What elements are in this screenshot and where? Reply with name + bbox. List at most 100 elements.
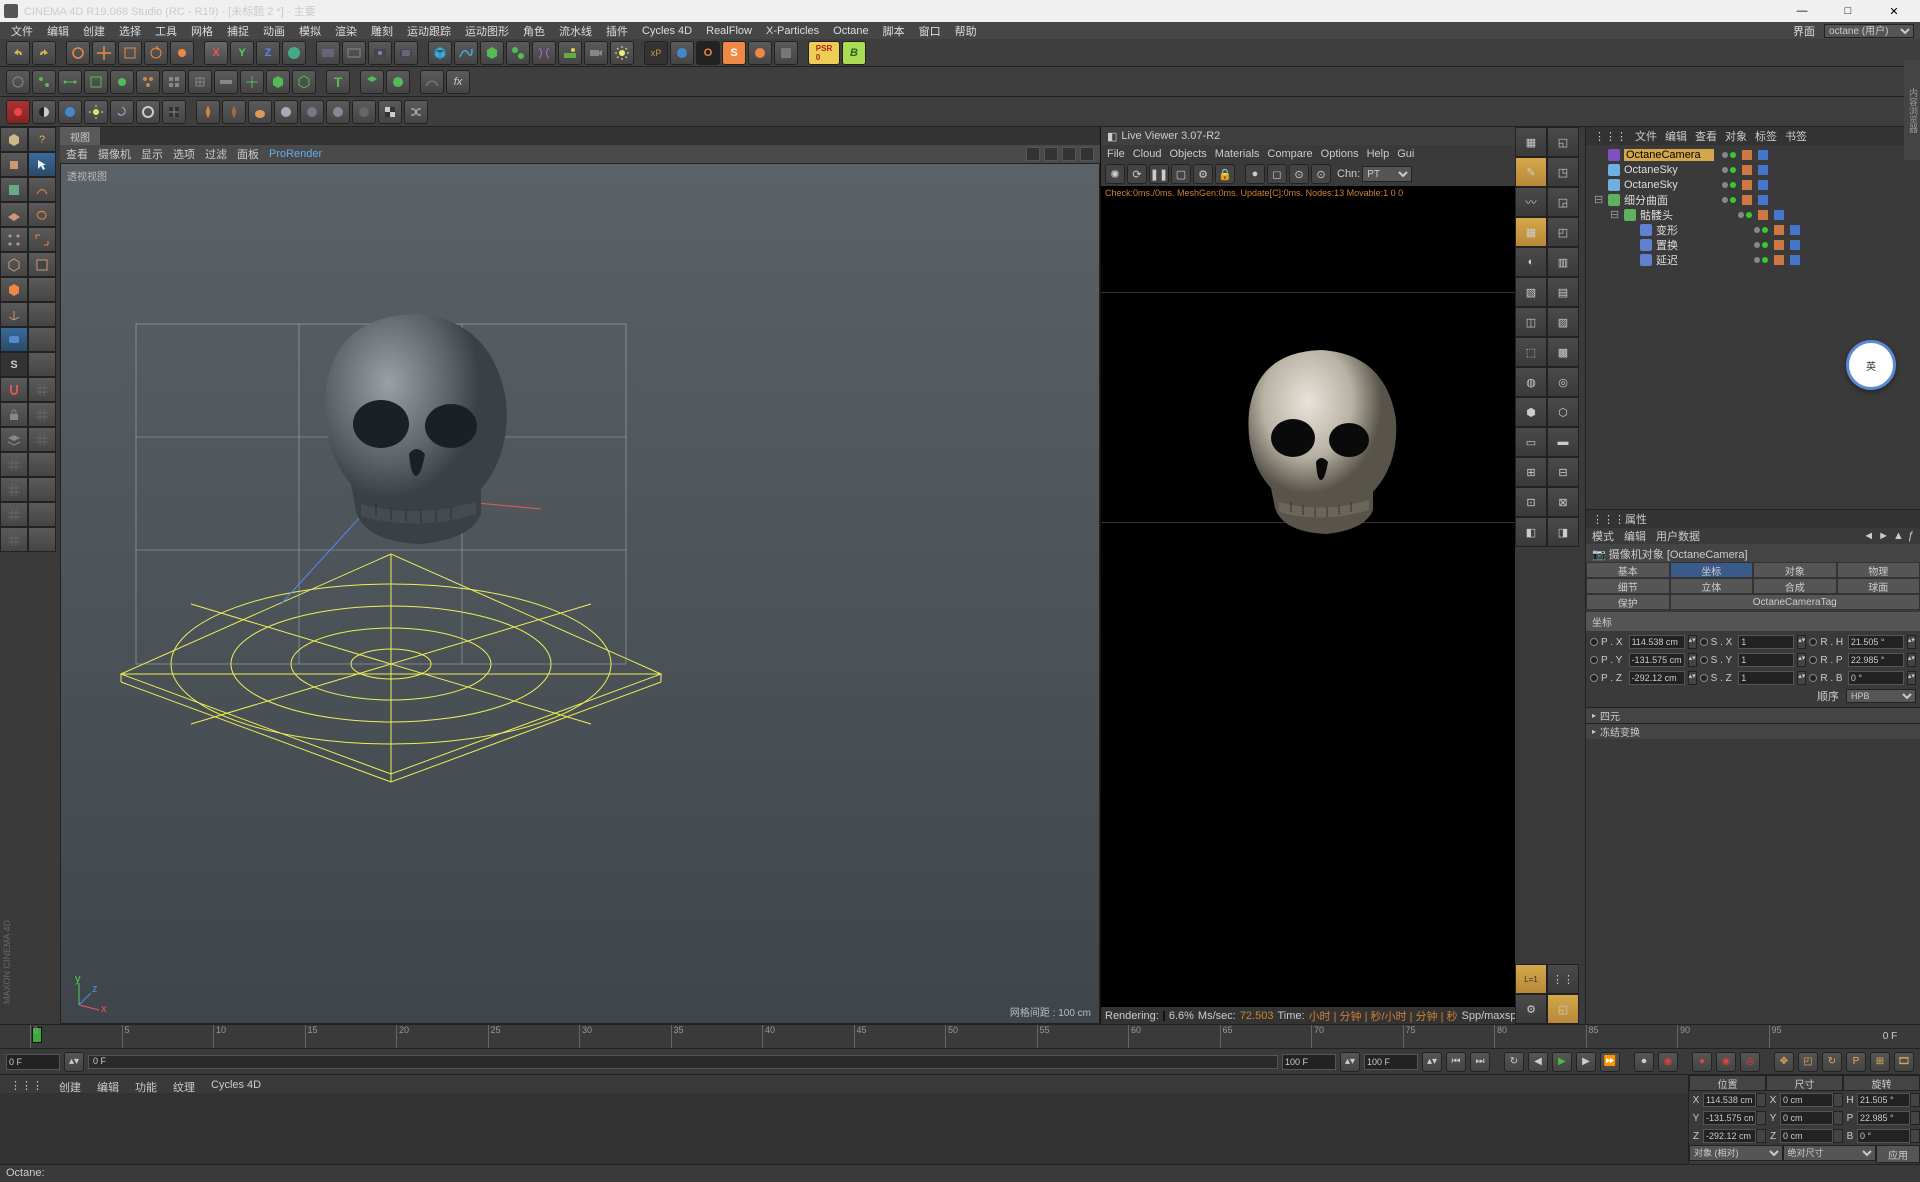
fe2-spin[interactable]: ▴▾ [1422, 1052, 1442, 1072]
cm-mode2[interactable]: 绝对尺寸 [1783, 1145, 1877, 1161]
sphere4-button[interactable] [326, 100, 350, 124]
lv-lock-icon[interactable]: 🔒 [1215, 164, 1235, 184]
sp-21[interactable]: ▭ [1515, 427, 1547, 457]
sp-4[interactable]: ◳ [1547, 157, 1579, 187]
vp-display[interactable]: 显示 [141, 146, 163, 162]
mode-model[interactable] [0, 127, 28, 152]
tool2-2[interactable] [32, 70, 56, 94]
keyall-button[interactable]: ◎ [1740, 1052, 1760, 1072]
sp-22[interactable]: ▬ [1547, 427, 1579, 457]
attr-nav-back[interactable]: ◄ [1863, 530, 1874, 542]
tool2-10[interactable] [240, 70, 264, 94]
tab-octanetag[interactable]: OctaneCameraTag [1670, 594, 1920, 610]
sp-12[interactable]: ▤ [1547, 277, 1579, 307]
sp-20[interactable]: ⬡ [1547, 397, 1579, 427]
light-button[interactable] [610, 41, 634, 65]
text-tool-button[interactable]: T [326, 70, 350, 94]
sphere3-button[interactable] [300, 100, 324, 124]
mode-uv2[interactable] [28, 277, 56, 302]
fs-spin[interactable]: ▴▾ [64, 1052, 84, 1072]
attr-userdata[interactable]: 用户数据 [1656, 528, 1700, 544]
half-button[interactable] [32, 100, 56, 124]
cm-y[interactable] [1703, 1111, 1756, 1125]
menu-select[interactable]: 选择 [114, 23, 146, 39]
rotate-button[interactable] [144, 41, 168, 65]
pyro1-button[interactable] [196, 100, 220, 124]
menu-xparticles[interactable]: X-Particles [761, 25, 824, 37]
fx-button[interactable]: fx [446, 70, 470, 94]
cm-rb[interactable] [1857, 1129, 1910, 1143]
prev-frame-button[interactable]: ◀ [1528, 1052, 1548, 1072]
kf-pla[interactable]: ⊞ [1870, 1052, 1890, 1072]
py-input[interactable] [1629, 653, 1685, 667]
lv-compare[interactable]: Compare [1267, 148, 1312, 160]
menu-simulate[interactable]: 模拟 [294, 23, 326, 39]
swirl-button[interactable] [110, 100, 134, 124]
tool2-11[interactable] [266, 70, 290, 94]
tool2-4[interactable] [84, 70, 108, 94]
last-tool-button[interactable] [170, 41, 194, 65]
grid1-button[interactable] [162, 100, 186, 124]
cm-sz[interactable] [1780, 1129, 1833, 1143]
next-frame-button[interactable]: ▶ [1576, 1052, 1596, 1072]
tab-coord[interactable]: 坐标 [1670, 562, 1754, 578]
sp-11[interactable]: ▧ [1515, 277, 1547, 307]
sz-input[interactable] [1738, 671, 1794, 685]
tool2-6[interactable] [136, 70, 160, 94]
tab-spherical[interactable]: 球面 [1837, 578, 1920, 594]
octane-tex-button[interactable] [774, 41, 798, 65]
key-button[interactable]: ◉ [1658, 1052, 1678, 1072]
rb-input[interactable] [1848, 671, 1904, 685]
mode-uv[interactable] [0, 277, 28, 302]
menu-animate[interactable]: 动画 [258, 23, 290, 39]
viewport-tool[interactable] [0, 327, 28, 352]
sphere5-button[interactable] [352, 100, 376, 124]
snap-tool[interactable]: S [0, 352, 28, 377]
vp-prorender[interactable]: ProRender [269, 148, 322, 160]
generator-button[interactable] [506, 41, 530, 65]
mat-tex[interactable]: 纹理 [169, 1077, 199, 1091]
menu-create[interactable]: 创建 [78, 23, 110, 39]
lock-tool[interactable] [0, 402, 28, 427]
lv-options[interactable]: Options [1321, 148, 1359, 160]
sp-grip[interactable]: ⋮⋮ [1547, 964, 1579, 994]
minimize-button[interactable]: — [1780, 1, 1824, 21]
lv-region-icon[interactable]: ▢ [1171, 164, 1191, 184]
cm-sx[interactable] [1780, 1093, 1833, 1107]
om-objects[interactable]: 对象 [1725, 128, 1747, 144]
lv-pause-icon[interactable]: ❚❚ [1149, 164, 1169, 184]
sp-25[interactable]: ⊡ [1515, 487, 1547, 517]
ring1-button[interactable] [136, 100, 160, 124]
sp-24[interactable]: ⊟ [1547, 457, 1579, 487]
lv-objects[interactable]: Objects [1169, 148, 1206, 160]
tab-physical[interactable]: 物理 [1837, 562, 1920, 578]
step-button[interactable]: ⏩ [1600, 1052, 1620, 1072]
wp-grid10[interactable] [0, 527, 28, 552]
autokey-button[interactable]: ● [1692, 1052, 1712, 1072]
maximize-button[interactable]: □ [1826, 1, 1870, 21]
octane-s-button[interactable]: S [722, 41, 746, 65]
tool2-14[interactable] [360, 70, 384, 94]
object-row[interactable]: ⊟细分曲面 [1588, 192, 1918, 207]
cm-z[interactable] [1703, 1129, 1756, 1143]
cm-mode1[interactable]: 对象 (相对) [1689, 1145, 1783, 1161]
menu-mesh[interactable]: 网格 [186, 23, 218, 39]
sun-button[interactable] [84, 100, 108, 124]
wp-grid6[interactable] [0, 477, 28, 502]
om-bookmarks[interactable]: 书签 [1785, 128, 1807, 144]
tab-basic[interactable]: 基本 [1586, 562, 1670, 578]
vp-nav-3[interactable] [1062, 147, 1076, 161]
goto-end-button[interactable]: ⏭ [1470, 1052, 1490, 1072]
object-row[interactable]: 延迟 [1588, 252, 1918, 267]
move-button[interactable] [92, 41, 116, 65]
sp-6[interactable]: ◲ [1547, 187, 1579, 217]
sp-15[interactable]: ⬚ [1515, 337, 1547, 367]
rec-button[interactable] [6, 100, 30, 124]
redo-button[interactable] [32, 41, 56, 65]
nurbs-button[interactable] [480, 41, 504, 65]
mat-cycles[interactable]: Cycles 4D [207, 1077, 265, 1091]
snap-tool2[interactable] [28, 352, 56, 377]
sp-9[interactable]: ◐ [1515, 247, 1547, 277]
sp-18[interactable]: ◎ [1547, 367, 1579, 397]
om-edit[interactable]: 编辑 [1665, 128, 1687, 144]
